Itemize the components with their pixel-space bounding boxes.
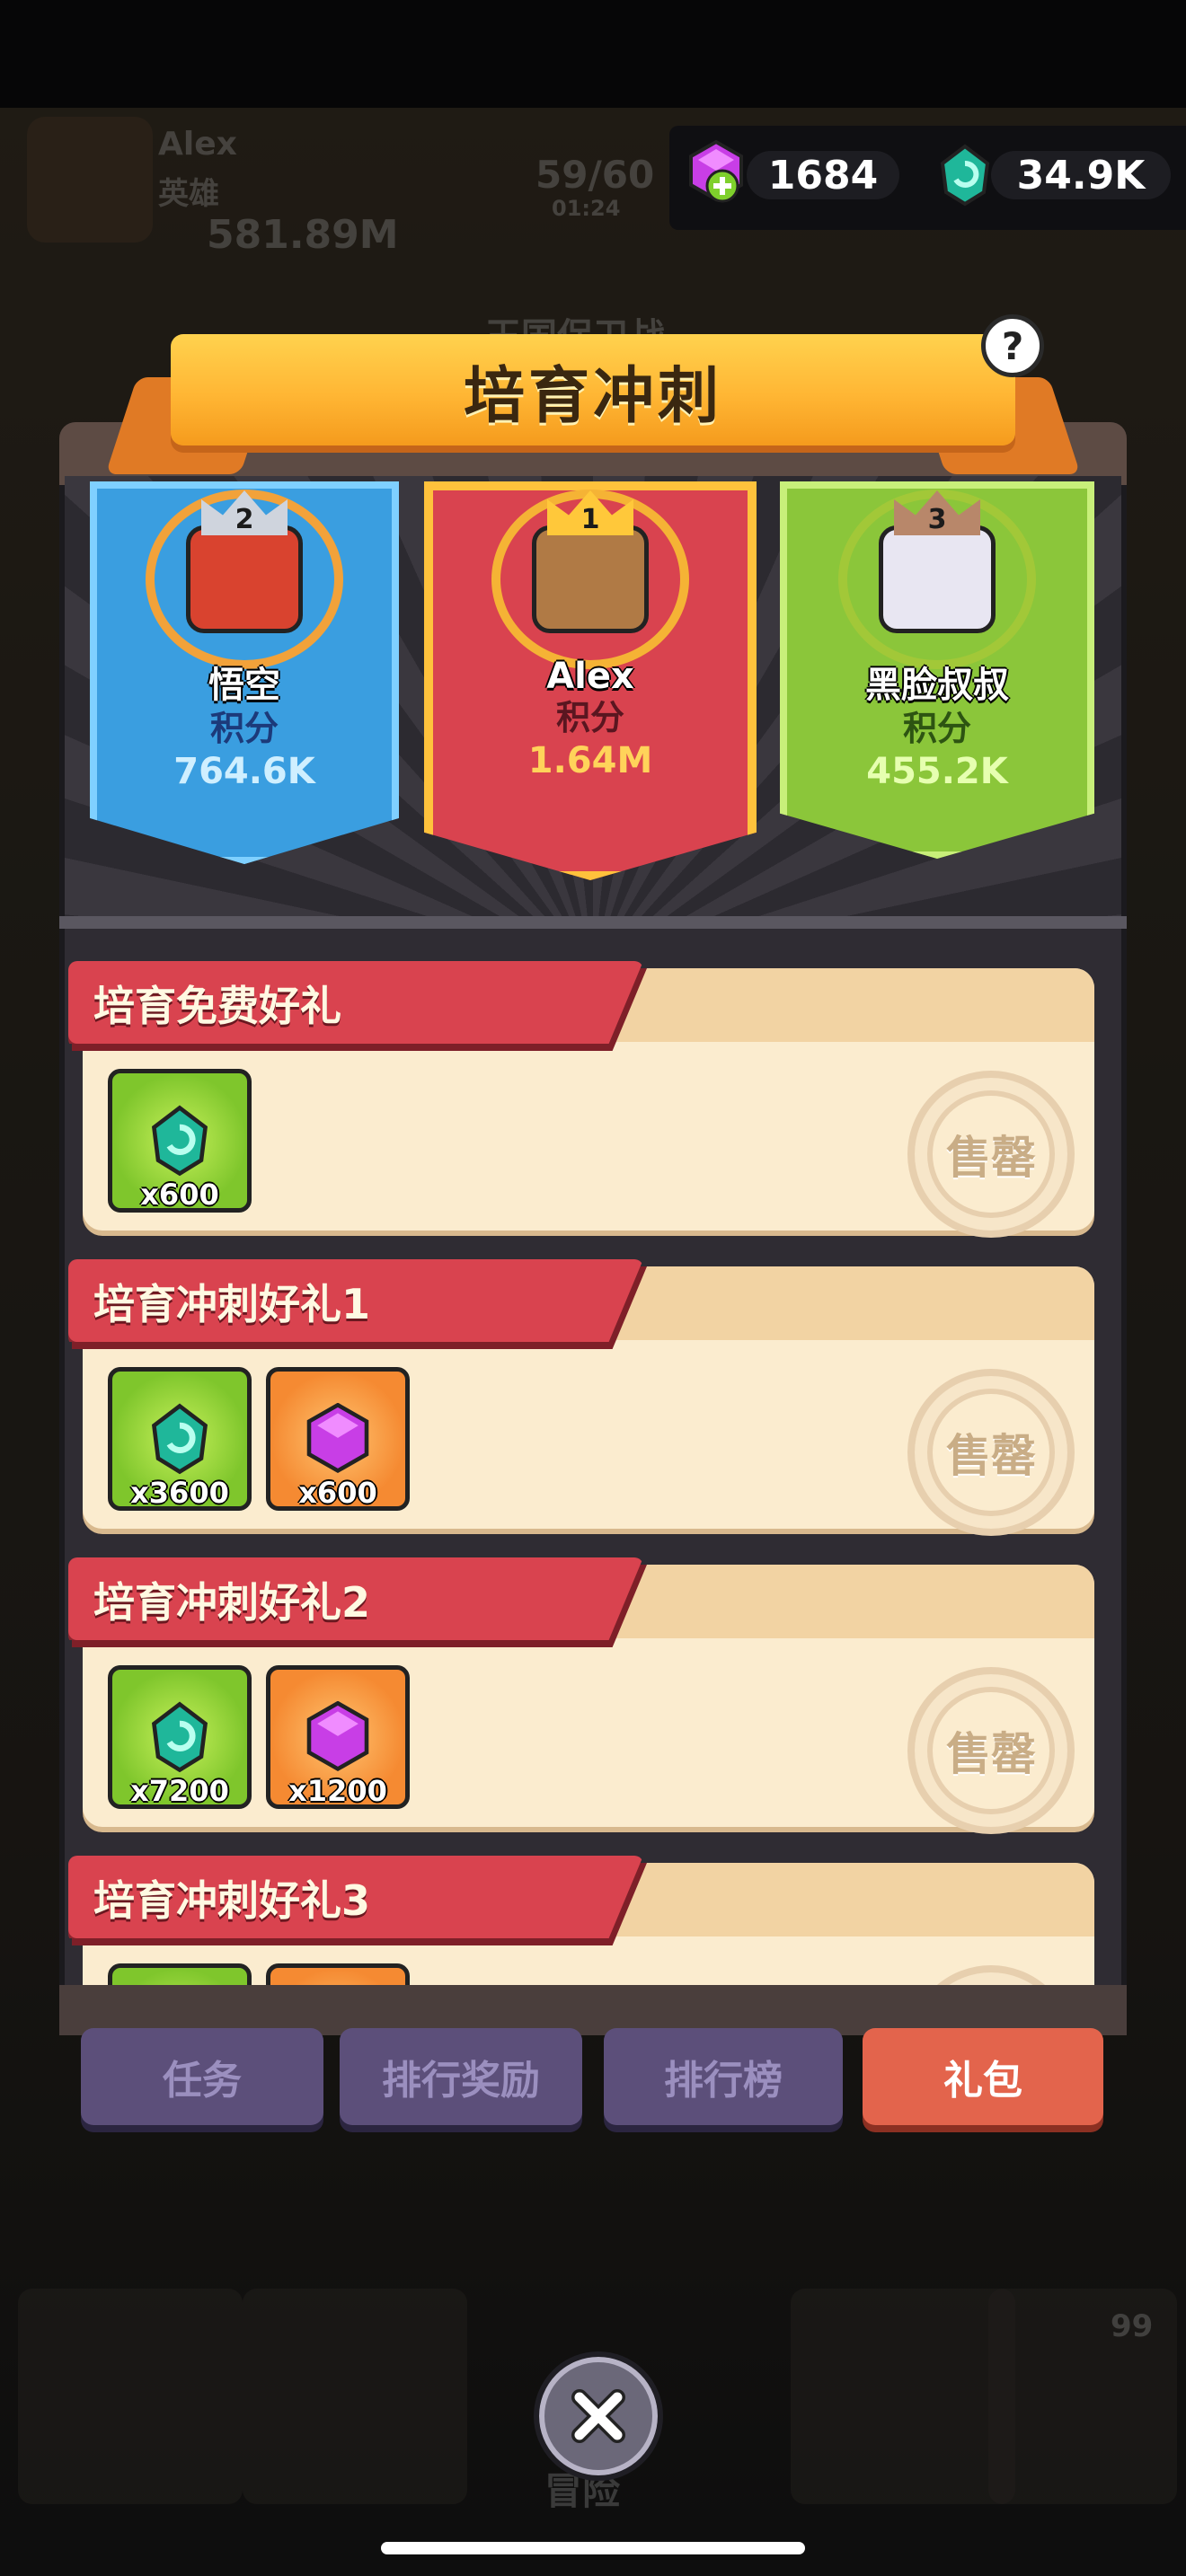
podium-name: Alex: [546, 656, 634, 697]
dialog-title: 培育冲刺: [463, 360, 722, 432]
podium-score: 1.64M: [527, 740, 653, 781]
avatar: 2: [146, 490, 343, 669]
reward-item-gem[interactable]: x1200: [266, 1665, 410, 1809]
podium-rank-2[interactable]: 2 悟空 积分 764.6K: [90, 481, 399, 864]
reward-qty: x3600: [130, 1476, 229, 1510]
add-gems-icon[interactable]: [705, 169, 739, 203]
gift-card: 培育冲刺好礼1 x3600 x600 售罄: [68, 1259, 1100, 1536]
close-icon: [571, 2389, 625, 2443]
podium-score: 764.6K: [173, 751, 315, 792]
reward-item-crystal[interactable]: x3600: [108, 1367, 252, 1511]
gift-card: 培育冲刺好礼3: [68, 1856, 1100, 1989]
help-button[interactable]: ?: [981, 314, 1044, 377]
gem-icon: [306, 1403, 369, 1474]
tab-rank-rewards[interactable]: 排行奖励: [340, 2028, 582, 2125]
podium-name: 悟空: [208, 665, 280, 706]
gift-title: 培育免费好礼: [93, 982, 341, 1030]
reward-item-crystal[interactable]: x600: [108, 1069, 252, 1213]
podium-score-label: 积分: [902, 709, 971, 748]
tab-tasks[interactable]: 任务: [81, 2028, 323, 2125]
tab-gift-packs[interactable]: 礼包: [863, 2028, 1103, 2125]
gem-count: 1684: [747, 151, 899, 199]
podium-divider: [59, 916, 1127, 929]
podium-rank-1[interactable]: 1 Alex 积分 1.64M: [424, 481, 757, 880]
avatar: 1: [491, 490, 689, 669]
gift-title: 培育冲刺好礼2: [93, 1578, 371, 1627]
podium-score: 455.2K: [866, 751, 1008, 792]
crystal-count: 34.9K: [991, 151, 1171, 199]
podium-score-label: 积分: [555, 698, 624, 737]
gift-title: 培育冲刺好礼3: [93, 1876, 371, 1925]
sold-out-stamp: 售罄: [907, 1667, 1075, 1834]
gift-card: 培育冲刺好礼2 x7200 x1200 售罄: [68, 1557, 1100, 1834]
reward-qty: x600: [298, 1476, 377, 1510]
reward-qty: x7200: [130, 1774, 229, 1808]
podium-name: 黑脸叔叔: [865, 665, 1009, 706]
avatar: 3: [838, 490, 1036, 669]
currency-bar: 1684 34.9K: [669, 126, 1186, 230]
title-banner: 培育冲刺: [171, 334, 1015, 446]
sold-out-stamp: 售罄: [907, 1369, 1075, 1536]
gift-title-tab: 培育冲刺好礼2: [68, 1557, 643, 1640]
gift-title-tab: 培育冲刺好礼1: [68, 1259, 643, 1342]
crystal-icon: [151, 1105, 208, 1177]
reward-item-gem[interactable]: x600: [266, 1367, 410, 1511]
gift-list[interactable]: 培育免费好礼 x600 售罄 培育冲刺好礼1 x3600 x600 售罄 培育冲…: [59, 948, 1127, 1989]
gift-title: 培育冲刺好礼1: [93, 1280, 371, 1328]
gift-title-tab: 培育免费好礼: [68, 961, 643, 1044]
gift-card: 培育免费好礼 x600 售罄: [68, 961, 1100, 1238]
podium-score-label: 积分: [209, 709, 279, 748]
crystal-icon: [151, 1403, 208, 1475]
reward-item-crystal[interactable]: x7200: [108, 1665, 252, 1809]
sold-out-stamp: 售罄: [907, 1071, 1075, 1238]
tab-leaderboard[interactable]: 排行榜: [604, 2028, 843, 2125]
home-indicator[interactable]: [381, 2542, 805, 2554]
close-button[interactable]: [534, 2351, 663, 2481]
reward-qty: x600: [140, 1178, 219, 1212]
gift-title-tab: 培育冲刺好礼3: [68, 1856, 643, 1938]
reward-qty: x1200: [288, 1774, 387, 1808]
podium-rank-3[interactable]: 3 黑脸叔叔 积分 455.2K: [780, 481, 1094, 859]
gem-icon: [306, 1701, 369, 1772]
crystal-icon: [151, 1701, 208, 1773]
crystal-icon: [937, 144, 993, 207]
